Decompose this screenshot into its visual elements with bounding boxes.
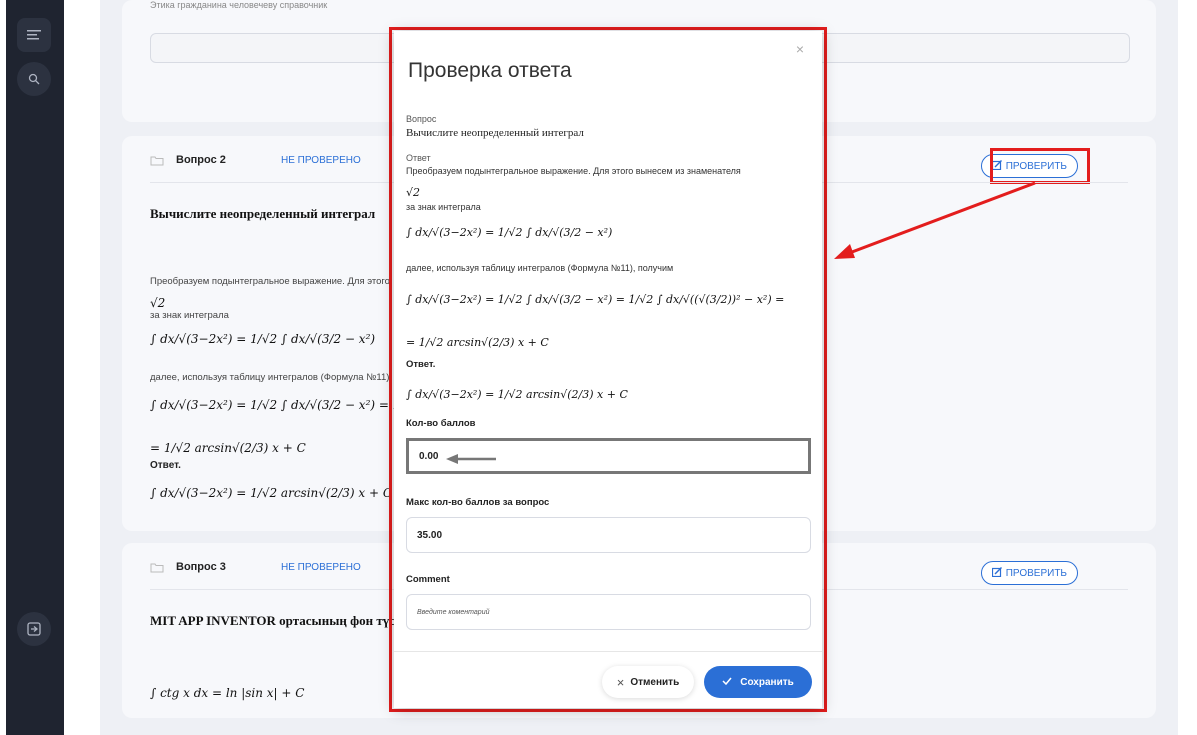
question-title: Вопрос 3	[176, 561, 226, 573]
card-caption: Этика гражданина человечеву справочник	[150, 0, 328, 10]
check-answer-modal: × Проверка ответа Вопрос Вычислите неопр…	[394, 31, 822, 708]
question-header: Вопрос 2 НЕ ПРОВЕРЕНО	[150, 154, 361, 166]
answer-label: Ответ	[406, 153, 431, 163]
formula-1: ∫ dx/√(3−2x²) = 1/√2 ∫ dx/√(3/2 − x²)	[406, 226, 613, 239]
comment-label: Comment	[406, 574, 450, 585]
answer-intro: Преобразуем подынтегральное выражение. Д…	[150, 276, 390, 287]
formula-3: = 1/√2 arcsin√(2/3) x + C	[406, 336, 549, 349]
footer-divider	[394, 651, 822, 652]
annotation-arrow-icon	[834, 181, 1036, 259]
sidebar	[0, 0, 64, 735]
question-value: Вычислите неопределенный интеграл	[406, 127, 584, 139]
formula-4: ∫ dx/√(3−2x²) = 1/√2 arcsin√(2/3) x + C	[150, 486, 393, 500]
cancel-button[interactable]: × Отменить	[602, 666, 694, 698]
max-score-label: Макс кол-во баллов за вопрос	[406, 497, 550, 508]
status-badge: НЕ ПРОВЕРЕНО	[281, 154, 361, 166]
formula-4: ∫ dx/√(3−2x²) = 1/√2 arcsin√(2/3) x + C	[406, 388, 628, 401]
close-icon: ×	[616, 674, 625, 690]
question-text: MIT APP INVENTOR ортасының фон түсін өзг	[150, 613, 427, 628]
sign-text: за знак интеграла	[406, 202, 481, 212]
check-button[interactable]: ПРОВЕРИТЬ	[980, 561, 1078, 585]
sign-text: за знак интеграла	[150, 310, 229, 321]
save-button[interactable]: Сохранить	[704, 666, 812, 698]
comment-input[interactable]: Введите коментарий	[406, 594, 811, 630]
pointer-arrow-icon	[446, 454, 496, 464]
folder-icon	[150, 156, 164, 165]
folder-icon	[150, 563, 164, 572]
check-icon	[722, 677, 732, 688]
check-button-label: ПРОВЕРИТЬ	[1005, 567, 1067, 579]
answer-label: Ответ.	[150, 460, 181, 471]
logout-icon[interactable]	[17, 612, 51, 646]
sqrt-symbol: √2	[406, 186, 421, 199]
sqrt-symbol: √2	[150, 296, 166, 310]
edit-icon	[991, 566, 1002, 580]
answer-bold: Ответ.	[406, 359, 436, 370]
score-label: Кол-во баллов	[406, 418, 476, 429]
question-label: Вопрос	[406, 114, 437, 124]
save-button-label: Сохранить	[740, 676, 794, 688]
search-icon[interactable]	[17, 62, 51, 96]
formula: ∫ ctg x dx = ln |sin x| + C	[150, 686, 305, 700]
formula-3: = 1/√2 arcsin√(2/3) x + C	[150, 441, 306, 455]
question-header: Вопрос 3 НЕ ПРОВЕРЕНО	[150, 561, 361, 573]
close-icon[interactable]: ×	[796, 41, 804, 57]
question-title: Вопрос 2	[176, 154, 226, 166]
table-text: далее, используя таблицу интегралов (Фор…	[406, 263, 674, 273]
question-text: Вычислите неопределенный интеграл	[150, 206, 376, 221]
menu-icon[interactable]	[17, 18, 51, 52]
highlight-box	[990, 148, 1090, 184]
status-badge: НЕ ПРОВЕРЕНО	[281, 561, 361, 573]
modal-title: Проверка ответа	[408, 59, 572, 82]
formula-1: ∫ dx/√(3−2x²) = 1/√2 ∫ dx/√(3/2 − x²)	[150, 332, 376, 346]
table-text: далее, используя таблицу интегралов (Фор…	[150, 372, 390, 383]
formula-2: ∫ dx/√(3−2x²) = 1/√2 ∫ dx/√(3/2 − x²) = …	[406, 293, 785, 306]
max-score-field: 35.00	[406, 517, 811, 553]
cancel-button-label: Отменить	[630, 676, 680, 688]
answer-intro: Преобразуем подынтегральное выражение. Д…	[406, 166, 741, 176]
